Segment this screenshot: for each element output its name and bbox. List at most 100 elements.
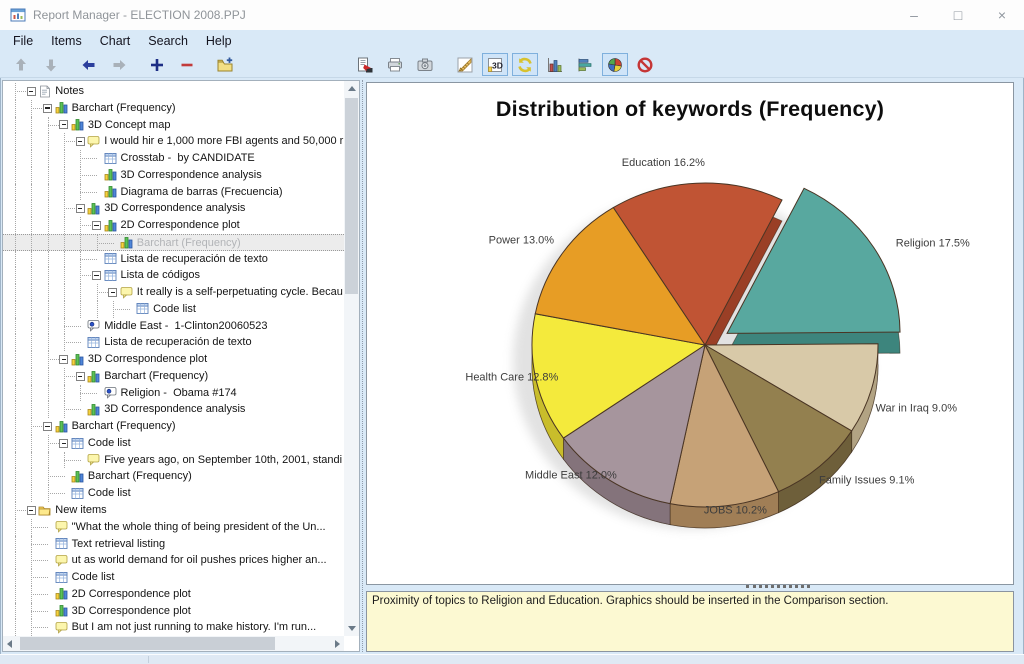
- tree-guide-line: [31, 577, 48, 578]
- add-button[interactable]: [144, 53, 170, 76]
- scroll-up-button[interactable]: [344, 81, 359, 96]
- tree-item[interactable]: It really is a self-perpetuating cycle. …: [3, 284, 344, 301]
- tree-item[interactable]: Crosstab - by CANDIDATE: [3, 150, 344, 167]
- scroll-down-button[interactable]: [344, 621, 359, 636]
- snapshot-button[interactable]: [412, 53, 438, 76]
- tree-item[interactable]: 3D Concept map: [3, 117, 344, 134]
- tree-item[interactable]: Religion - Obama #174: [3, 385, 344, 402]
- tree-item[interactable]: Lista de recuperación de texto: [3, 334, 344, 351]
- maximize-button[interactable]: □: [936, 0, 980, 30]
- tree-item[interactable]: Barchart (Frequency): [3, 368, 344, 385]
- menu-item-items[interactable]: Items: [42, 30, 91, 52]
- tree-guide-line: [31, 468, 32, 485]
- tree-item[interactable]: "What the whole thing of being president…: [3, 519, 344, 536]
- cancel-button[interactable]: [632, 53, 658, 76]
- rotate-chart-button[interactable]: [512, 53, 538, 76]
- tree-item[interactable]: 2D Correspondence plot: [3, 586, 344, 603]
- collapse-toggle[interactable]: [59, 355, 68, 364]
- tree-item[interactable]: 3D Correspondence plot: [3, 351, 344, 368]
- tree-guide-line: [48, 476, 65, 477]
- tree-item[interactable]: Code list: [3, 569, 344, 586]
- tree-horizontal-scrollbar[interactable]: [3, 636, 344, 651]
- tree-item[interactable]: Code list: [3, 485, 344, 502]
- tree-guide-line: [15, 385, 16, 402]
- collapse-toggle[interactable]: [76, 372, 85, 381]
- menu-item-file[interactable]: File: [4, 30, 42, 52]
- collapse-toggle[interactable]: [92, 271, 101, 280]
- menu-item-search[interactable]: Search: [139, 30, 197, 52]
- tree-item[interactable]: I would hir e 1,000 more FBI agents and …: [3, 133, 344, 150]
- table-icon: [104, 269, 117, 282]
- collapse-toggle[interactable]: [43, 422, 52, 431]
- tree-item[interactable]: ut as world demand for oil pushes prices…: [3, 552, 344, 569]
- collapse-toggle[interactable]: [27, 506, 36, 515]
- tree-item[interactable]: But I am not just running to make histor…: [3, 619, 344, 636]
- tree-item[interactable]: Barchart (Frequency): [3, 468, 344, 485]
- collapse-toggle[interactable]: [27, 87, 36, 96]
- tree-item[interactable]: Lista de recuperación de texto: [3, 251, 344, 268]
- toggle-3d-button[interactable]: 3D: [482, 53, 508, 76]
- tree-item[interactable]: 3D Correspondence plot: [3, 603, 344, 620]
- tree-item[interactable]: Text retrieval listing: [3, 536, 344, 553]
- tree-item[interactable]: 3D Correspondence analysis: [3, 167, 344, 184]
- add-to-report-button[interactable]: [212, 53, 238, 76]
- tree-guide-line: [15, 519, 16, 536]
- tree-guide-line: [64, 251, 65, 268]
- print-button[interactable]: [382, 53, 408, 76]
- tree-item[interactable]: Barchart (Frequency): [3, 100, 344, 117]
- tree-item[interactable]: Barchart (Frequency): [3, 418, 344, 435]
- tree-guide-line: [48, 385, 49, 402]
- tree-item[interactable]: Notes: [3, 83, 344, 100]
- menu-item-chart[interactable]: Chart: [91, 30, 140, 52]
- back-button[interactable]: [76, 53, 102, 76]
- tree-guide-line: [64, 385, 65, 402]
- tree-item[interactable]: Code list: [3, 301, 344, 318]
- tree-item[interactable]: 2D Correspondence plot: [3, 217, 344, 234]
- close-button[interactable]: ×: [980, 0, 1024, 30]
- vertical-bars-button[interactable]: [542, 53, 568, 76]
- minimize-button[interactable]: –: [892, 0, 936, 30]
- pie-label: Middle East 12.0%: [525, 469, 617, 481]
- tree-item-label: Barchart (Frequency): [72, 418, 176, 435]
- chart-icon: [55, 101, 68, 114]
- collapse-toggle[interactable]: [76, 137, 85, 146]
- remove-button[interactable]: [174, 53, 200, 76]
- scroll-right-button[interactable]: [329, 636, 344, 651]
- tree-item-label: I would hir e 1,000 more FBI agents and …: [104, 133, 343, 150]
- tree-item[interactable]: Five years ago, on September 10th, 2001,…: [3, 452, 344, 469]
- collapse-toggle[interactable]: [43, 104, 52, 113]
- memo-icon: [120, 286, 133, 299]
- horizontal-bars-button[interactable]: [572, 53, 598, 76]
- tree-guide-line: [15, 301, 16, 318]
- tree-item[interactable]: 3D Correspondence analysis: [3, 200, 344, 217]
- pie-chart-button[interactable]: [602, 53, 628, 76]
- move-down-button[interactable]: [38, 53, 64, 76]
- collapse-toggle[interactable]: [92, 221, 101, 230]
- tree-item[interactable]: New items: [3, 502, 344, 519]
- notes-panel[interactable]: Proximity of topics to Religion and Educ…: [366, 591, 1014, 652]
- tree-guide-line: [15, 619, 16, 636]
- collapse-toggle[interactable]: [108, 288, 117, 297]
- tree-item[interactable]: Code list: [3, 435, 344, 452]
- tree-item[interactable]: 3D Correspondence analysis: [3, 401, 344, 418]
- edit-chart-button[interactable]: [452, 53, 478, 76]
- table-icon: [104, 152, 117, 165]
- notes-icon: [38, 85, 51, 98]
- move-up-button[interactable]: [8, 53, 34, 76]
- tree-item[interactable]: Diagrama de barras (Frecuencia): [3, 184, 344, 201]
- tree-guide-line: [48, 235, 49, 250]
- tree-item-selected[interactable]: Barchart (Frequency): [3, 234, 344, 251]
- forward-button[interactable]: [106, 53, 132, 76]
- collapse-toggle[interactable]: [59, 120, 68, 129]
- vertical-scroll-thumb[interactable]: [345, 98, 358, 294]
- tree-item[interactable]: Lista de códigos: [3, 267, 344, 284]
- scroll-left-button[interactable]: [3, 636, 18, 651]
- tree-vertical-scrollbar[interactable]: [344, 81, 359, 636]
- export-report-button[interactable]: [352, 53, 378, 76]
- collapse-toggle[interactable]: [59, 439, 68, 448]
- tree-item[interactable]: Middle East - 1-Clinton20060523: [3, 318, 344, 335]
- menu-item-help[interactable]: Help: [197, 30, 241, 52]
- tree-item-label: Barchart (Frequency): [88, 468, 192, 485]
- horizontal-scroll-thumb[interactable]: [20, 637, 275, 650]
- collapse-toggle[interactable]: [76, 204, 85, 213]
